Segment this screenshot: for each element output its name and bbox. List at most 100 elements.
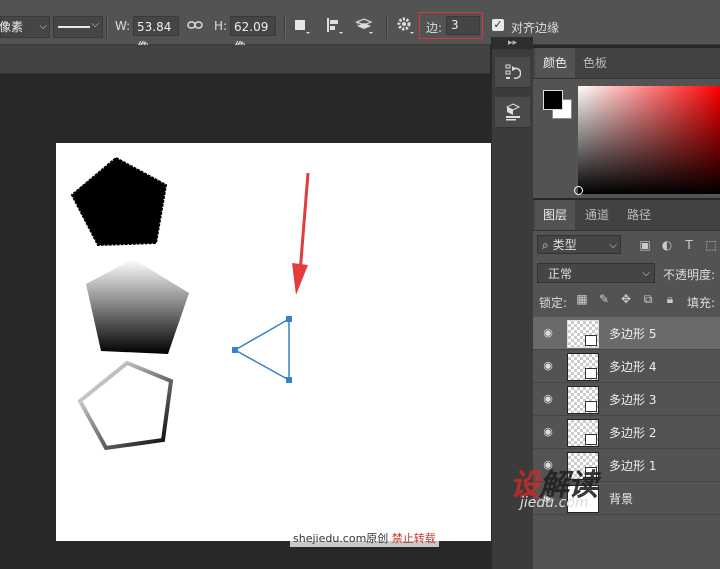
tab-paths[interactable]: 路径 [619, 200, 659, 230]
unit-select-label: 像素 [0, 20, 24, 34]
path-alignment-icon[interactable] [325, 16, 343, 34]
svg-text:+: + [355, 19, 361, 27]
tab-layers[interactable]: 图层 [535, 200, 576, 230]
filter-kind-select[interactable]: ⌕ 类型 ⌵ [537, 235, 621, 254]
search-icon: ⌕ [542, 238, 549, 252]
width-label: W: [115, 19, 131, 33]
watermark-site: shejiedu.com原创 [293, 532, 389, 545]
height-label: H: [214, 19, 228, 33]
align-edges-label: 对齐边缘 [511, 21, 560, 35]
shape-filter-icon[interactable]: ⬚ [703, 237, 719, 253]
collapse-arrows-icon[interactable]: ▸▸ [492, 37, 533, 49]
lock-label: 锁定: [539, 296, 568, 310]
unit-select[interactable]: 像素 ⌵ [0, 16, 50, 38]
lock-position-icon[interactable]: ✥ [619, 292, 633, 306]
shape-layer-badge [585, 434, 597, 445]
layer-name: 多边形 1 [609, 459, 657, 473]
shape-layer-badge [585, 368, 597, 379]
watermark-banner: shejiedu.com原创 禁止转载 [290, 530, 439, 547]
divider [284, 14, 286, 38]
properties-panel-button[interactable] [495, 97, 530, 128]
layer-row[interactable]: ◉ 多边形 2 [533, 416, 720, 449]
shape-layer-badge [585, 335, 597, 346]
foreground-color-swatch[interactable] [543, 90, 563, 110]
layer-name: 多边形 3 [609, 393, 657, 407]
layer-row[interactable]: ◉ 多边形 5 [533, 317, 720, 350]
color-panel-tabs: 颜色 色板 [533, 48, 720, 79]
layer-row[interactable]: ◉ 多边形 4 [533, 350, 720, 383]
eye-icon[interactable]: ◉ [541, 425, 555, 439]
link-icon[interactable] [186, 16, 204, 34]
chevron-down-icon: ⌵ [91, 19, 99, 30]
pentagon-outline [77, 360, 174, 451]
blend-mode-label: 正常 [548, 267, 573, 281]
layer-thumbnail [567, 386, 599, 414]
logo-subtext: jiedu.com [520, 495, 589, 511]
eye-icon[interactable]: ◉ [541, 326, 555, 340]
chevron-down-icon: ⌵ [642, 268, 650, 279]
lock-artboard-icon[interactable]: ⧉ [641, 292, 655, 306]
lock-image-icon[interactable]: ✎ [597, 292, 611, 306]
layer-row[interactable]: ◉ 多边形 3 [533, 383, 720, 416]
tab-color[interactable]: 颜色 [535, 48, 576, 78]
canvas[interactable] [56, 143, 532, 541]
layer-name: 多边形 4 [609, 360, 657, 374]
eye-icon[interactable]: ◉ [541, 359, 555, 373]
sides-field[interactable]: 3 [446, 16, 480, 35]
lock-transparent-icon[interactable]: ▦ [575, 292, 589, 306]
height-field[interactable]: 62.09 像 [230, 16, 276, 54]
path-arrangement-icon[interactable]: + [355, 16, 373, 34]
pentagon-gradient [86, 259, 189, 354]
anchor-point [286, 316, 292, 322]
triangle-path [233, 317, 290, 382]
watermark-notice: 禁止转载 [391, 532, 436, 545]
red-arrow-head [292, 263, 308, 295]
layer-thumbnail [567, 320, 599, 348]
color-panel: 颜色 色板 [533, 48, 720, 198]
tab-swatches[interactable]: 色板 [575, 48, 615, 78]
color-picker-cursor[interactable] [574, 186, 583, 195]
anchor-point [232, 347, 238, 353]
layer-filter-row: ⌕ 类型 ⌵ ▣ ◐ T ⬚ [533, 232, 720, 258]
tab-channels[interactable]: 通道 [577, 200, 617, 230]
layers-panel-tabs: 图层 通道 路径 [533, 200, 720, 231]
document-tab-strip [0, 45, 490, 74]
chevron-down-icon: ⌵ [609, 240, 617, 251]
blend-mode-select[interactable]: 正常 ⌵ [537, 263, 655, 283]
sides-highlight: 边: 3 [419, 12, 483, 39]
divider [106, 14, 108, 38]
align-edges-checkbox[interactable]: ✓ [492, 19, 504, 31]
options-bar: 像素 ⌵ ⌵ W: 53.84 像 H: 62.09 像 + 边: 3 ✓ 对 [0, 0, 720, 54]
canvas-artwork [70, 156, 310, 451]
fill-label: 填充: [687, 296, 716, 310]
shape-layer-badge [585, 401, 597, 412]
history-icon [505, 64, 521, 80]
stroke-type-select[interactable]: ⌵ [53, 16, 103, 38]
adjustment-filter-icon[interactable]: ◐ [659, 237, 675, 253]
stroke-line-preview [58, 26, 90, 28]
eye-icon[interactable]: ◉ [541, 392, 555, 406]
divider [386, 14, 388, 38]
history-panel-button[interactable] [495, 57, 530, 88]
3d-layer-icon [505, 103, 521, 121]
type-filter-icon[interactable]: T [681, 237, 697, 253]
gear-icon[interactable] [396, 16, 414, 34]
width-field[interactable]: 53.84 像 [133, 16, 179, 54]
anchor-point [286, 377, 292, 383]
lock-all-icon[interactable]: 🔒︎ [663, 292, 677, 306]
opacity-label: 不透明度: [663, 268, 716, 282]
image-filter-icon[interactable]: ▣ [637, 237, 653, 253]
layer-name: 多边形 2 [609, 426, 657, 440]
path-operations-icon[interactable] [293, 16, 311, 34]
filter-kind-label: 类型 [552, 238, 577, 252]
color-field[interactable] [574, 86, 720, 195]
layers-panel: 图层 通道 路径 ⌕ 类型 ⌵ ▣ ◐ T ⬚ 正常 ⌵ 不透明度: 锁定: ▦… [533, 200, 720, 569]
layer-thumbnail [567, 353, 599, 381]
red-arrow [298, 172, 310, 274]
sides-label: 边: [426, 21, 443, 35]
layer-name: 多边形 5 [609, 327, 657, 341]
pentagon-black [70, 156, 168, 247]
chevron-down-icon: ⌵ [39, 21, 47, 32]
layer-name: 背景 [609, 492, 634, 506]
layer-thumbnail [567, 419, 599, 447]
